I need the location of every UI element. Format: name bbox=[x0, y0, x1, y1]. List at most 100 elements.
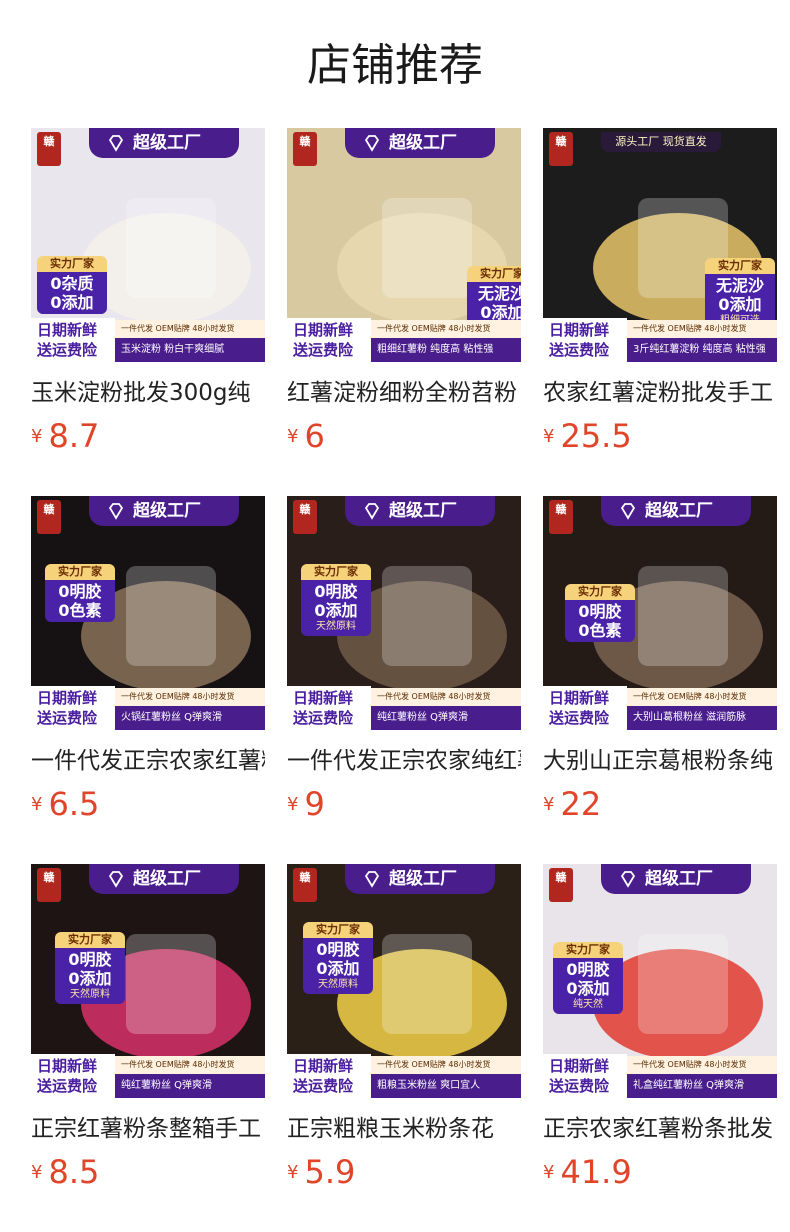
badge-note: 天然原料 bbox=[70, 989, 110, 1000]
product-price: ¥9 bbox=[287, 784, 325, 824]
currency-symbol: ¥ bbox=[287, 793, 299, 815]
currency-symbol: ¥ bbox=[543, 793, 555, 815]
product-name[interactable]: 正宗农家红薯粉条批发 bbox=[543, 1113, 777, 1145]
feature-badge: 实力厂家 0明胶 0添加 天然原料 bbox=[301, 564, 371, 636]
product-slogan: 粗细红薯粉 纯度高 粘性强 bbox=[371, 338, 521, 362]
product-slogan: 3斤纯红薯淀粉 纯度高 粘性强 bbox=[627, 338, 777, 362]
badge-header: 实力厂家 bbox=[467, 266, 521, 282]
product-card[interactable]: 赣超级工厂实力厂家无泥沙0添加粗细可选日期新鲜送运费险一件代发 OEM贴牌 48… bbox=[287, 128, 521, 458]
price-value: 41.9 bbox=[560, 1153, 632, 1191]
product-slogan: 火锅红薯粉丝 Q弹爽滑 bbox=[115, 706, 265, 730]
badge-body: 0明胶 0添加 天然原料 bbox=[55, 948, 125, 1004]
product-name[interactable]: 正宗红薯粉条整箱手工 bbox=[31, 1113, 265, 1145]
promo-fresh-box: 日期新鲜 送运费险 bbox=[543, 1054, 627, 1098]
product-image[interactable]: 赣超级工厂 实力厂家 0明胶 0添加 天然原料 日期新鲜 送运费险 一件代发 OEM贴牌 48… bbox=[31, 864, 265, 1098]
promo-fresh-box: 日期新鲜 送运费险 bbox=[287, 686, 371, 730]
super-factory-label: 超级工厂 bbox=[133, 133, 201, 153]
badge-header: 实力厂家 bbox=[37, 256, 107, 272]
product-name[interactable]: 农家红薯淀粉批发手工 bbox=[543, 377, 777, 409]
product-image[interactable]: 赣超级工厂 实力厂家 0明胶 0添加 天然原料 日期新鲜 送运费险 一件代发 OEM贴牌 48… bbox=[287, 864, 521, 1098]
product-card[interactable]: 赣超级工厂 实力厂家 0明胶 0添加 纯天然 日期新鲜 送运费险 一件代发 OEM贴牌 48小… bbox=[543, 864, 777, 1194]
dropship-line: 一件代发 OEM贴牌 48小时发货 bbox=[627, 688, 777, 706]
fresh-date-label: 日期新鲜 bbox=[293, 321, 354, 339]
freight-insurance-label: 送运费险 bbox=[37, 341, 98, 359]
fresh-date-label: 日期新鲜 bbox=[37, 689, 98, 707]
badge-line: 0明胶 bbox=[314, 582, 358, 601]
badge-header: 实力厂家 bbox=[553, 942, 623, 958]
feature-badge: 实力厂家 0明胶 0添加 纯天然 bbox=[553, 942, 623, 1014]
diamond-icon bbox=[364, 871, 380, 888]
currency-symbol: ¥ bbox=[31, 793, 43, 815]
badge-header: 实力厂家 bbox=[301, 564, 371, 580]
product-image[interactable]: 赣超级工厂实力厂家 0明胶 0色素日期新鲜 送运费险 一件代发 OEM贴牌 48小时发货… bbox=[543, 496, 777, 730]
badge-header: 实力厂家 bbox=[45, 564, 115, 580]
promo-fresh-box: 日期新鲜 送运费险 bbox=[287, 1054, 371, 1098]
currency-symbol: ¥ bbox=[287, 425, 299, 447]
product-card[interactable]: 赣超级工厂实力厂家 0明胶 0色素日期新鲜 送运费险 一件代发 OEM贴牌 48小时发货… bbox=[543, 496, 777, 826]
badge-header: 实力厂家 bbox=[565, 584, 635, 600]
product-image[interactable]: 赣超级工厂 实力厂家 0明胶 0色素 日期新鲜 送运费险 一件代发 OEM贴牌 48小时发货… bbox=[31, 496, 265, 730]
freight-insurance-label: 送运费险 bbox=[293, 341, 354, 359]
super-factory-banner: 超级工厂 bbox=[601, 496, 751, 526]
badge-note: 纯天然 bbox=[573, 999, 603, 1010]
product-slogan: 粗粮玉米粉丝 爽口宜人 bbox=[371, 1074, 521, 1098]
product-card[interactable]: 赣超级工厂 实力厂家 0杂质 0添加 日期新鲜 送运费险 一件代发 OEM贴牌 48小时发货… bbox=[31, 128, 265, 458]
product-name[interactable]: 玉米淀粉批发300g纯 bbox=[31, 377, 265, 409]
dropship-line: 一件代发 OEM贴牌 48小时发货 bbox=[627, 1056, 777, 1074]
diamond-icon bbox=[364, 135, 380, 152]
product-image[interactable]: 赣源头工厂 现货直发实力厂家无泥沙0添加粗细可选日期新鲜送运费险一件代发 OEM… bbox=[543, 128, 777, 362]
freight-insurance-label: 送运费险 bbox=[293, 709, 354, 727]
currency-symbol: ¥ bbox=[543, 425, 555, 447]
product-card[interactable]: 赣超级工厂 实力厂家 0明胶 0添加 天然原料 日期新鲜 送运费险 一件代发 OEM贴牌 48… bbox=[287, 864, 521, 1194]
badge-body: 0杂质 0添加 bbox=[37, 272, 107, 314]
product-image[interactable]: 赣超级工厂实力厂家无泥沙0添加粗细可选日期新鲜送运费险一件代发 OEM贴牌 48… bbox=[287, 128, 521, 362]
promo-strip: 日期新鲜送运费险 一件代发 OEM贴牌 48小时发货 粗细红薯粉 纯度高 粘性强 bbox=[287, 318, 521, 362]
dropship-line: 一件代发 OEM贴牌 48小时发货 bbox=[371, 1056, 521, 1074]
freight-insurance-label: 送运费险 bbox=[549, 1077, 610, 1095]
price-value: 5.9 bbox=[304, 1153, 356, 1191]
product-image[interactable]: 赣超级工厂 实力厂家 0明胶 0添加 天然原料 日期新鲜 送运费险 一件代发 OEM贴牌 48… bbox=[287, 496, 521, 730]
badge-line: 0添加 bbox=[68, 969, 112, 988]
promo-fresh-box: 日期新鲜 送运费险 bbox=[31, 1054, 115, 1098]
promo-fresh-box: 日期新鲜 送运费险 bbox=[31, 686, 115, 730]
promo-fresh-box: 日期新鲜 送运费险 bbox=[543, 686, 627, 730]
fresh-date-label: 日期新鲜 bbox=[549, 689, 610, 707]
promo-strip: 日期新鲜 送运费险 一件代发 OEM贴牌 48小时发货 火锅红薯粉丝 Q弹爽滑 bbox=[31, 686, 265, 730]
badge-line: 0添加 bbox=[566, 979, 610, 998]
dropship-line: 一件代发 OEM贴牌 48小时发货 bbox=[371, 320, 521, 338]
product-image[interactable]: 赣超级工厂 实力厂家 0明胶 0添加 纯天然 日期新鲜 送运费险 一件代发 OEM贴牌 48小… bbox=[543, 864, 777, 1098]
product-name[interactable]: 大别山正宗葛根粉条纯 bbox=[543, 745, 777, 777]
product-card[interactable]: 赣源头工厂 现货直发实力厂家无泥沙0添加粗细可选日期新鲜送运费险一件代发 OEM… bbox=[543, 128, 777, 458]
product-slogan: 纯红薯粉丝 Q弹爽滑 bbox=[115, 1074, 265, 1098]
product-price: ¥6 bbox=[287, 416, 325, 456]
dropship-line: 一件代发 OEM贴牌 48小时发货 bbox=[115, 1056, 265, 1074]
badge-body: 0明胶 0色素 bbox=[45, 580, 115, 622]
super-factory-banner: 超级工厂 bbox=[89, 864, 239, 894]
feature-badge: 实力厂家 0明胶 0色素 bbox=[565, 584, 635, 642]
product-card[interactable]: 赣超级工厂 实力厂家 0明胶 0色素 日期新鲜 送运费险 一件代发 OEM贴牌 48小时发货… bbox=[31, 496, 265, 826]
super-factory-label: 超级工厂 bbox=[389, 501, 457, 521]
promo-strip: 日期新鲜 送运费险 一件代发 OEM贴牌 48小时发货 礼盒纯红薯粉丝 Q弹爽滑 bbox=[543, 1054, 777, 1098]
product-name[interactable]: 正宗粗粮玉米粉条花 bbox=[287, 1113, 521, 1145]
product-name[interactable]: 一件代发正宗农家纯红薯 bbox=[287, 745, 521, 777]
currency-symbol: ¥ bbox=[31, 1161, 43, 1183]
super-factory-banner: 超级工厂 bbox=[345, 864, 495, 894]
fresh-date-label: 日期新鲜 bbox=[549, 1057, 610, 1075]
product-image[interactable]: 赣超级工厂 实力厂家 0杂质 0添加 日期新鲜 送运费险 一件代发 OEM贴牌 48小时发货… bbox=[31, 128, 265, 362]
feature-badge: 实力厂家 0明胶 0色素 bbox=[45, 564, 115, 622]
product-price: ¥6.5 bbox=[31, 784, 99, 824]
product-card[interactable]: 赣超级工厂 实力厂家 0明胶 0添加 天然原料 日期新鲜 送运费险 一件代发 OEM贴牌 48… bbox=[31, 864, 265, 1194]
brand-seal-logo: 赣 bbox=[549, 132, 573, 166]
fresh-date-label: 日期新鲜 bbox=[293, 1057, 354, 1075]
fresh-date-label: 日期新鲜 bbox=[37, 321, 98, 339]
product-name[interactable]: 红薯淀粉细粉全粉苕粉 bbox=[287, 377, 521, 409]
product-name[interactable]: 一件代发正宗农家红薯粉 bbox=[31, 745, 265, 777]
product-price: ¥8.7 bbox=[31, 416, 99, 456]
super-factory-label: 超级工厂 bbox=[389, 133, 457, 153]
product-card[interactable]: 赣超级工厂 实力厂家 0明胶 0添加 天然原料 日期新鲜 送运费险 一件代发 OEM贴牌 48… bbox=[287, 496, 521, 826]
dropship-line: 一件代发 OEM贴牌 48小时发货 bbox=[627, 320, 777, 338]
brand-seal-logo: 赣 bbox=[549, 500, 573, 534]
currency-symbol: ¥ bbox=[31, 425, 43, 447]
badge-header: 实力厂家 bbox=[303, 922, 373, 938]
super-factory-banner: 超级工厂 bbox=[345, 496, 495, 526]
